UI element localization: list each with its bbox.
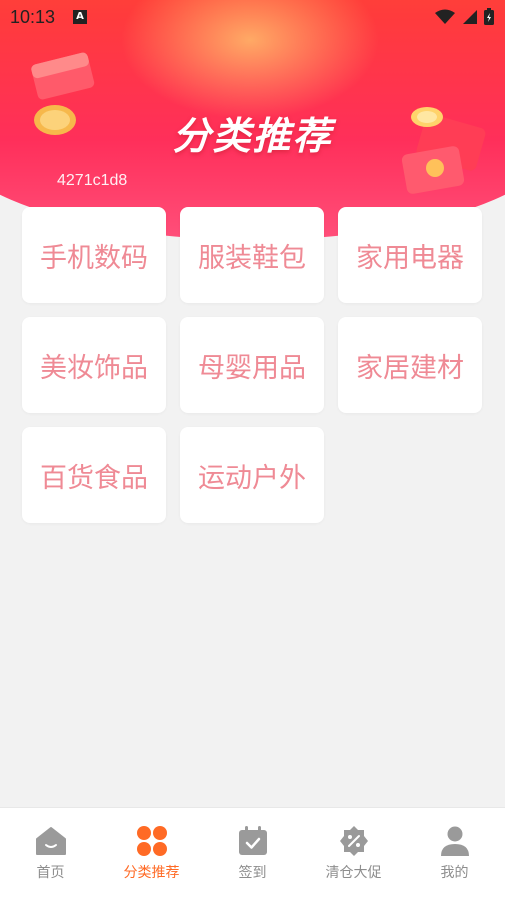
hero-code-label: 4271c1d8 xyxy=(57,172,128,189)
red-envelope-left-icon xyxy=(31,52,95,100)
category-card-beauty-accessories[interactable]: 美妆饰品 xyxy=(22,317,166,413)
notification-app-icon: A xyxy=(73,10,88,24)
user-icon xyxy=(438,824,472,858)
tab-category[interactable]: 分类推荐 xyxy=(101,808,202,897)
status-time: 10:13 xyxy=(10,6,56,27)
tab-clearance-label: 清仓大促 xyxy=(325,865,382,881)
tab-category-label: 分类推荐 xyxy=(123,865,180,881)
page-title: 分类推荐 xyxy=(172,114,333,158)
tab-mine[interactable]: 我的 xyxy=(404,808,505,897)
wifi-icon xyxy=(435,9,455,24)
category-grid-icon xyxy=(135,824,169,858)
tab-home[interactable]: 首页 xyxy=(0,808,101,897)
category-card-sports-outdoor[interactable]: 运动户外 xyxy=(180,427,324,523)
tab-home-label: 首页 xyxy=(36,865,65,881)
tab-checkin-label: 签到 xyxy=(238,865,267,881)
category-card-home-building[interactable]: 家居建材 xyxy=(338,317,482,413)
discount-badge-icon xyxy=(337,824,371,858)
category-card-mother-baby[interactable]: 母婴用品 xyxy=(180,317,324,413)
status-indicators xyxy=(435,8,495,26)
status-bar: 10:13 A xyxy=(0,0,505,34)
category-card-apparel-bags[interactable]: 服装鞋包 xyxy=(180,207,324,303)
home-icon xyxy=(34,824,68,858)
bottom-tab-bar: 首页 分类推荐 签到 清仓大促 我的 xyxy=(0,807,505,897)
category-card-phone-digital[interactable]: 手机数码 xyxy=(22,207,166,303)
category-card-home-appliances[interactable]: 家用电器 xyxy=(338,207,482,303)
category-grid: 手机数码 服装鞋包 家用电器 美妆饰品 母婴用品 家居建材 百货食品 运动户外 xyxy=(22,207,483,523)
tab-mine-label: 我的 xyxy=(440,865,469,881)
signal-icon xyxy=(463,10,477,24)
tab-clearance[interactable]: 清仓大促 xyxy=(303,808,404,897)
calendar-check-icon xyxy=(236,824,270,858)
battery-icon xyxy=(484,8,494,25)
tab-checkin[interactable]: 签到 xyxy=(202,808,303,897)
category-card-groceries[interactable]: 百货食品 xyxy=(22,427,166,523)
